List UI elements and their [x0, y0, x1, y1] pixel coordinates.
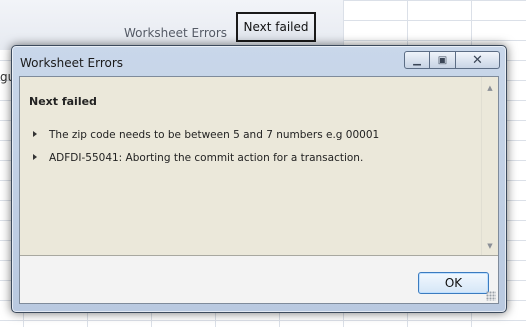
background-panel-title: Worksheet Errors — [124, 26, 228, 40]
close-icon: ✕ — [472, 52, 483, 68]
dialog-content: Next failed The zip code needs to be bet… — [19, 76, 499, 304]
bullet-arrow-icon — [33, 154, 37, 160]
message-text: ADFDI-55041: Aborting the commit action … — [49, 151, 364, 164]
message-list: The zip code needs to be between 5 and 7… — [33, 123, 478, 169]
bullet-arrow-icon — [33, 131, 37, 137]
minimize-icon: ▁ — [413, 54, 421, 66]
list-item: ADFDI-55041: Aborting the commit action … — [33, 146, 478, 169]
list-item: The zip code needs to be between 5 and 7… — [33, 123, 478, 146]
caption-buttons: ▁ ▣ ✕ — [404, 51, 500, 69]
dialog-title: Worksheet Errors — [20, 56, 124, 70]
worksheet-errors-dialog: Worksheet Errors ▁ ▣ ✕ Next failed The z… — [11, 45, 507, 313]
message-heading: Next failed — [29, 95, 97, 108]
dialog-titlebar[interactable]: Worksheet Errors ▁ ▣ ✕ — [12, 46, 506, 76]
resize-grip-icon[interactable] — [486, 291, 496, 301]
ok-button[interactable]: OK — [418, 272, 489, 294]
maximize-icon: ▣ — [437, 54, 448, 66]
maximize-button[interactable]: ▣ — [430, 51, 456, 69]
vertical-scrollbar[interactable]: ▲ ▼ — [481, 77, 498, 255]
message-area: Next failed The zip code needs to be bet… — [20, 77, 498, 256]
scroll-down-icon[interactable]: ▼ — [482, 239, 498, 253]
minimize-button[interactable]: ▁ — [404, 51, 430, 69]
message-text: The zip code needs to be between 5 and 7… — [49, 128, 380, 141]
background-next-failed-button[interactable]: Next failed — [236, 12, 316, 42]
scroll-up-icon[interactable]: ▲ — [482, 81, 498, 95]
dialog-button-bar: OK — [20, 256, 498, 303]
close-button[interactable]: ✕ — [456, 51, 500, 69]
